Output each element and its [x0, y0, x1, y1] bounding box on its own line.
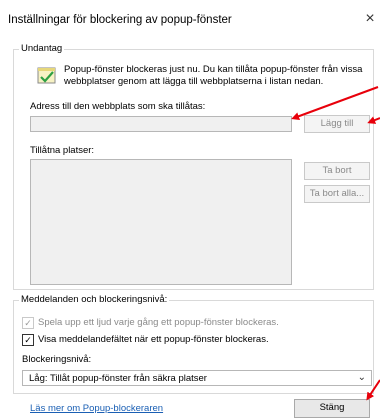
address-input[interactable]	[30, 116, 292, 132]
info-text: Popup-fönster blockeras just nu. Du kan …	[64, 64, 363, 87]
remove-all-button[interactable]: Ta bort alla...	[304, 185, 370, 203]
allowed-sites-label: Tillåtna platser:	[30, 145, 95, 156]
chevron-down-icon: ⌄	[357, 372, 366, 383]
address-label: Adress till den webbplats som ska tillåt…	[30, 101, 206, 112]
window-title: Inställningar för blockering av popup-fö…	[8, 14, 232, 26]
notifications-legend: Meddelanden och blockeringsnivå:	[19, 294, 170, 305]
sound-checkbox[interactable]: ✓	[22, 317, 34, 329]
allowed-sites-list[interactable]	[30, 159, 292, 285]
remove-button[interactable]: Ta bort	[304, 162, 370, 180]
title-bar: Inställningar för blockering av popup-fö…	[0, 0, 380, 40]
notification-bar-checkbox-label: Visa meddelandefältet när ett popup-föns…	[38, 334, 269, 345]
add-button[interactable]: Lägg till	[304, 115, 370, 133]
close-button[interactable]: Stäng	[294, 399, 370, 418]
blocking-level-label: Blockeringsnivå:	[22, 354, 92, 365]
info-notification-icon	[37, 67, 56, 84]
sound-checkbox-label: Spela upp ett ljud varje gång ett popup-…	[38, 317, 279, 328]
popup-blocker-settings-dialog: Inställningar för blockering av popup-fö…	[0, 0, 380, 418]
exceptions-legend: Undantag	[19, 43, 65, 54]
notification-bar-checkbox[interactable]: ✓	[22, 334, 34, 346]
learn-more-link[interactable]: Läs mer om Popup-blockeraren	[30, 403, 163, 414]
blocking-level-value: Låg: Tillåt popup-fönster från säkra pla…	[29, 373, 207, 384]
close-icon[interactable]: ×	[362, 10, 378, 28]
blocking-level-select[interactable]: Låg: Tillåt popup-fönster från säkra pla…	[22, 370, 372, 386]
